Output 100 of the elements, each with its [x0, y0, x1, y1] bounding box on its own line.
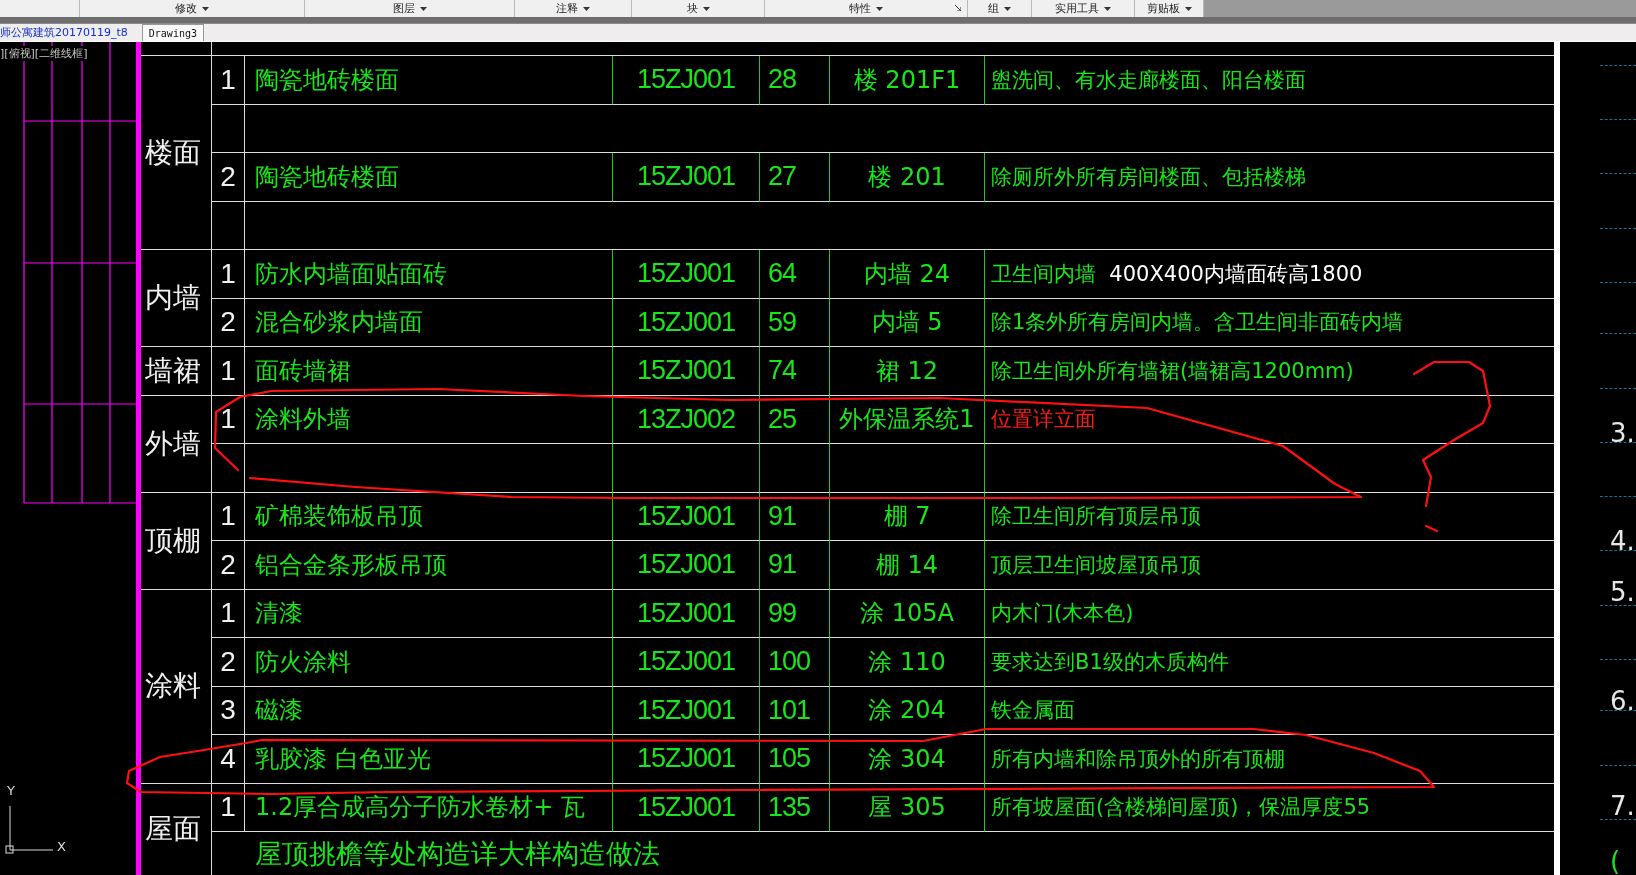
category-label: 屋面	[145, 811, 201, 848]
page-number: 74	[768, 355, 797, 387]
row-number: 1	[220, 354, 236, 387]
note-number: (	[1610, 848, 1621, 874]
note-number: 6.	[1610, 688, 1635, 714]
row-number: 2	[220, 306, 236, 339]
finish-name: 磁漆	[255, 695, 303, 727]
category-label: 内墙	[145, 280, 201, 316]
finish-name: 陶瓷地砖楼面	[255, 161, 399, 193]
standard-code: 15ZJ001	[636, 646, 736, 678]
page-number: 135	[768, 791, 811, 823]
usage-description: 位置详立面	[991, 406, 1096, 434]
caret-icon	[876, 6, 883, 11]
finish-name: 矿棉装饰板吊顶	[255, 501, 423, 533]
category-label: 楼面	[145, 134, 201, 171]
row-number: 1	[220, 791, 236, 824]
finish-name: 混合砂浆内墙面	[255, 307, 423, 339]
row-number: 2	[220, 160, 236, 193]
usage-description: 除厕所外所有房间楼面、包括楼梯	[991, 163, 1306, 191]
file-tab[interactable]: 师公寓建筑20170119_t8	[0, 24, 134, 41]
detail-reference: 涂 110	[868, 646, 946, 678]
usage-description: 除1条外所有房间内墙。含卫生间非面砖内墙	[991, 309, 1404, 337]
page-number: 28	[768, 64, 797, 96]
standard-code: 15ZJ001	[636, 694, 736, 726]
page-number: 25	[768, 403, 797, 435]
panel-title[interactable]: 修改	[175, 1, 197, 16]
standard-code: 15ZJ001	[636, 161, 736, 193]
caret-icon	[1184, 6, 1192, 11]
page-number: 64	[768, 258, 797, 290]
usage-description: 除卫生间所有顶层吊顶	[991, 503, 1201, 531]
standard-code: 15ZJ001	[636, 355, 736, 387]
usage-description: 铁金属面	[991, 697, 1075, 725]
usage-description: 卫生间内墙	[991, 260, 1097, 288]
usage-description: 400X400内墙面砖高1800	[1109, 260, 1363, 288]
panel-title[interactable]: 特性	[849, 1, 871, 16]
standard-code: 15ZJ001	[636, 500, 736, 532]
page-number: 100	[768, 646, 811, 678]
row-number: 4	[220, 742, 236, 775]
usage-description: 盥洗间、有水走廊楼面、阳台楼面	[991, 66, 1306, 94]
panel-title[interactable]: 图层	[392, 1, 415, 16]
page-number: 99	[768, 597, 797, 629]
standard-code: 15ZJ001	[636, 743, 736, 775]
note-number: 7.	[1610, 793, 1635, 819]
finish-name: 乳胶漆 白色亚光	[255, 743, 431, 775]
usage-description: 除卫生间外所有墙裙(墙裙高1200mm)	[991, 357, 1354, 385]
row-number: 1	[220, 63, 236, 96]
axis-icon	[3, 806, 53, 856]
page-number: 27	[768, 161, 797, 193]
usage-description: 要求达到B1级的木质构件	[991, 648, 1229, 676]
standard-code: 15ZJ001	[636, 306, 736, 338]
caret-icon	[1104, 6, 1111, 11]
category-label: 外墙	[145, 425, 201, 462]
page-number: 91	[768, 500, 797, 532]
standard-code: 15ZJ001	[636, 549, 736, 581]
standard-code: 13ZJ002	[636, 403, 736, 435]
caret-icon	[1004, 6, 1011, 11]
row-number: 3	[220, 694, 236, 727]
usage-description: 所有坡屋面(含楼梯间屋顶)，保温厚度55	[991, 794, 1371, 822]
panel-title[interactable]: 块	[686, 1, 698, 16]
axis-label: X	[57, 840, 66, 853]
row-number: 1	[220, 597, 236, 630]
caret-icon	[702, 6, 710, 11]
detail-reference: 内墙 24	[863, 258, 951, 290]
detail-reference: 内墙 5	[871, 307, 943, 339]
detail-reference: 涂 105A	[860, 598, 954, 630]
page-number: 101	[768, 694, 811, 726]
finish-name: 面砖墙裙	[255, 355, 351, 387]
usage-description: 所有内墙和除吊顶外的所有顶棚	[991, 745, 1285, 773]
page-number: 105	[768, 743, 811, 775]
row-number: 1	[220, 403, 236, 436]
standard-code: 15ZJ001	[636, 791, 736, 823]
note-text: 屋顶挑檐等处构造详大样构造做法	[255, 836, 660, 871]
note-number: 3.	[1610, 420, 1635, 446]
caret-icon	[419, 6, 427, 11]
finish-name: 防水内墙面贴面砖	[255, 258, 447, 290]
standard-code: 15ZJ001	[636, 597, 736, 629]
category-label: 墙裙	[145, 352, 201, 389]
panel-title[interactable]: 实用工具	[1055, 1, 1099, 16]
usage-description: 顶层卫生间坡屋顶吊顶	[991, 551, 1201, 579]
finish-name: 防火涂料	[255, 646, 351, 678]
caret-icon	[202, 6, 209, 11]
panel-title[interactable]: 剪贴板	[1146, 1, 1180, 16]
standard-code: 15ZJ001	[636, 64, 736, 96]
file-tab[interactable]: Drawing3	[141, 24, 204, 41]
page-number: 91	[768, 549, 797, 581]
category-label: 涂料	[145, 668, 201, 704]
launcher-arrow-icon[interactable]	[955, 5, 961, 11]
caret-icon	[583, 6, 590, 11]
panel-title[interactable]: 注释	[556, 1, 578, 16]
note-number: 4.	[1610, 528, 1635, 554]
usage-description: 内木门(木本色)	[991, 600, 1134, 628]
detail-reference: 涂 204	[868, 695, 946, 727]
panel-title[interactable]: 组	[988, 1, 999, 16]
view-label[interactable]: ][俯视][二维线框]	[0, 46, 88, 61]
detail-reference: 裙 12	[875, 355, 939, 387]
row-number: 1	[220, 257, 236, 290]
row-number: 1	[220, 500, 236, 533]
detail-reference: 楼 201F1	[853, 64, 961, 96]
finish-name: 清漆	[255, 598, 303, 630]
detail-reference: 楼 201	[868, 161, 946, 193]
